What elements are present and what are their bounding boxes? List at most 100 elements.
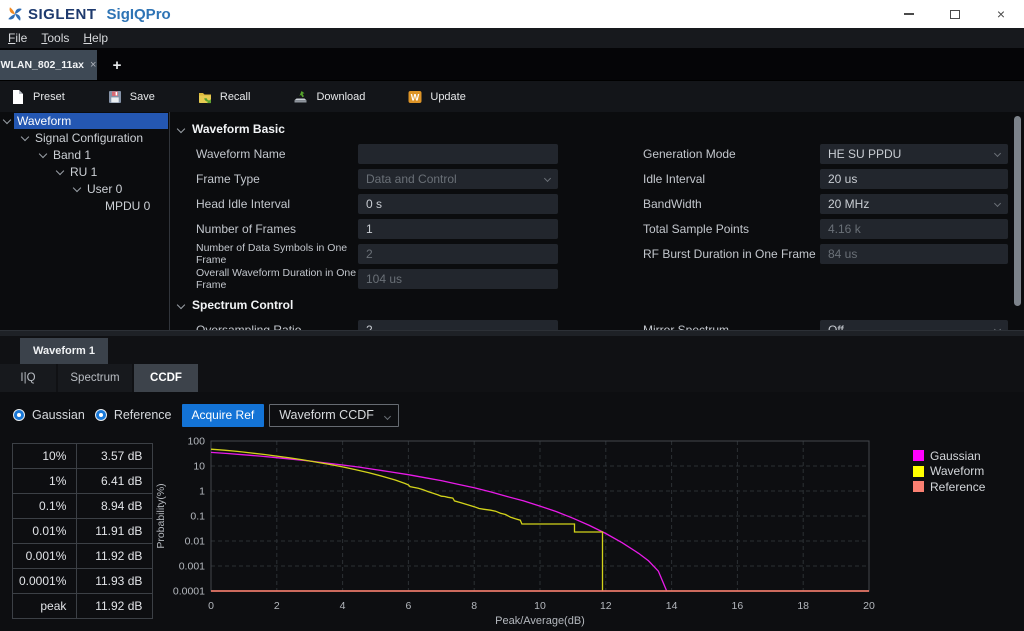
data-symbols-input[interactable]: 2 — [358, 244, 558, 264]
legend-item-waveform: Waveform — [913, 464, 985, 480]
legend-swatch-reference — [913, 481, 924, 492]
window-maximize-button[interactable] — [932, 0, 978, 28]
preset-button[interactable]: Preset — [10, 89, 65, 105]
update-button[interactable]: W Update — [407, 89, 465, 105]
oversampling-ratio-input[interactable]: 2 — [358, 320, 558, 331]
tab-waveform-1[interactable]: Waveform 1 — [20, 338, 108, 364]
y-tick-label: 100 — [187, 436, 205, 448]
field-label: Idle Interval — [643, 172, 820, 186]
x-tick-label: 14 — [666, 600, 678, 612]
chevron-down-icon — [384, 412, 391, 419]
vertical-scrollbar[interactable] — [1014, 116, 1021, 306]
y-tick-label: 10 — [193, 461, 205, 473]
tab-close-icon[interactable]: × — [90, 59, 96, 71]
head-idle-interval-input[interactable]: 0 s — [358, 194, 558, 214]
tree-item-waveform[interactable]: Waveform — [0, 113, 169, 129]
svg-text:W: W — [411, 92, 420, 102]
x-tick-label: 6 — [405, 600, 411, 612]
x-axis-label: Peak/Average(dB) — [495, 615, 585, 627]
idle-interval-input[interactable]: 20 us — [820, 169, 1008, 189]
overall-duration-input[interactable]: 104 us — [358, 269, 558, 289]
window-minimize-button[interactable] — [886, 0, 932, 28]
menu-bar: File Tools Help — [0, 28, 1024, 48]
field-label: Head Idle Interval — [196, 197, 358, 211]
add-tab-button[interactable]: + — [104, 50, 130, 80]
chevron-down-icon — [544, 174, 551, 181]
x-tick-label: 16 — [732, 600, 744, 612]
chevron-down-icon[interactable] — [39, 150, 47, 158]
frame-type-select[interactable]: Data and Control — [358, 169, 558, 189]
brand-name: SIGLENT — [28, 6, 97, 23]
reference-radio[interactable] — [95, 409, 107, 421]
tree-item-user-0[interactable]: User 0 — [0, 181, 169, 197]
rf-burst-duration-input[interactable]: 84 us — [820, 244, 1008, 264]
generation-mode-select[interactable]: HE SU PPDU — [820, 144, 1008, 164]
number-of-frames-input[interactable]: 1 — [358, 219, 558, 239]
chevron-down-icon[interactable] — [3, 116, 11, 124]
field-label: BandWidth — [643, 197, 820, 211]
total-sample-points-input[interactable]: 4.16 k — [820, 219, 1008, 239]
field-label: Number of Frames — [196, 222, 358, 236]
close-icon: × — [997, 7, 1005, 21]
tree-item-signal-configuration[interactable]: Signal Configuration — [0, 130, 169, 146]
x-tick-label: 8 — [471, 600, 477, 612]
table-row: 0.0001%11.93 dB — [13, 569, 153, 594]
waveform-form: Waveform Basic Waveform Name Frame Type … — [170, 112, 1024, 330]
series-gaussian — [211, 452, 667, 591]
ccdf-chart: 024681012141618201001010.10.010.0010.000… — [150, 435, 890, 627]
mirror-spectrum-select[interactable]: Off — [820, 320, 1008, 331]
chevron-down-icon — [994, 199, 1001, 206]
download-button[interactable]: Download — [292, 89, 365, 105]
window-close-button[interactable]: × — [978, 0, 1024, 28]
gaussian-radio-label: Gaussian — [32, 408, 85, 422]
legend-item-gaussian: Gaussian — [913, 448, 985, 464]
tab-wlan-802-11ax[interactable]: WLAN_802_11ax × — [0, 50, 97, 80]
menu-tools[interactable]: Tools — [41, 31, 69, 45]
app-name: SigIQPro — [107, 6, 171, 23]
document-icon — [10, 89, 26, 105]
section-waveform-basic[interactable]: Waveform Basic — [178, 122, 285, 136]
waveform-name-input[interactable] — [358, 144, 558, 164]
maximize-icon — [950, 10, 960, 19]
chevron-down-icon — [177, 125, 185, 133]
x-tick-label: 20 — [863, 600, 875, 612]
menu-help[interactable]: Help — [83, 31, 108, 45]
ccdf-chart-svg: 024681012141618201001010.10.010.0010.000… — [150, 435, 890, 627]
y-tick-label: 0.01 — [185, 536, 206, 548]
analysis-panel: Waveform 1 I|Q Spectrum CCDF Gaussian Re… — [0, 336, 1024, 631]
view-tab-bar: I|Q Spectrum CCDF — [0, 364, 1024, 392]
tab-iq[interactable]: I|Q — [0, 364, 56, 392]
configuration-panel: Waveform Signal Configuration Band 1 RU … — [0, 112, 1024, 330]
y-tick-label: 1 — [199, 486, 205, 498]
legend-swatch-waveform — [913, 466, 924, 477]
y-axis-label: Probability(%) — [155, 483, 167, 548]
table-row: 0.1%8.94 dB — [13, 494, 153, 519]
chevron-down-icon — [994, 149, 1001, 156]
acquire-ref-button[interactable]: Acquire Ref — [182, 404, 265, 427]
x-tick-label: 12 — [600, 600, 612, 612]
chevron-down-icon[interactable] — [21, 133, 29, 141]
legend-swatch-gaussian — [913, 450, 924, 461]
gaussian-radio[interactable] — [13, 409, 25, 421]
x-tick-label: 0 — [208, 600, 214, 612]
sigiqpro-window: SIGLENT SigIQPro × File Tools Help WLAN_… — [0, 0, 1024, 631]
field-label: Generation Mode — [643, 147, 820, 161]
tab-spectrum[interactable]: Spectrum — [58, 364, 132, 392]
update-w-icon: W — [407, 89, 423, 105]
chevron-down-icon[interactable] — [56, 167, 64, 175]
menu-file[interactable]: File — [8, 31, 27, 45]
tree-item-ru-1[interactable]: RU 1 — [0, 164, 169, 180]
chevron-down-icon[interactable] — [73, 184, 81, 192]
recall-button[interactable]: Recall — [197, 89, 251, 105]
save-button[interactable]: Save — [107, 89, 155, 105]
tab-ccdf[interactable]: CCDF — [134, 364, 198, 392]
x-tick-label: 4 — [340, 600, 346, 612]
toolbar: Preset Save Recall D — [0, 80, 1024, 112]
tree-item-mpdu-0[interactable]: MPDU 0 — [0, 198, 169, 214]
waveform-ccdf-select[interactable]: Waveform CCDF — [269, 404, 399, 427]
tree-item-band-1[interactable]: Band 1 — [0, 147, 169, 163]
table-row: 0.01%11.91 dB — [13, 519, 153, 544]
bandwidth-select[interactable]: 20 MHz — [820, 194, 1008, 214]
y-tick-label: 0.1 — [190, 511, 205, 523]
section-spectrum-control[interactable]: Spectrum Control — [178, 298, 293, 312]
